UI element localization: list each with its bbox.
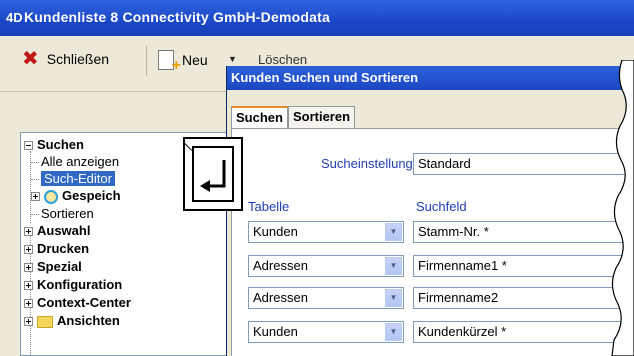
expand-icon[interactable] xyxy=(24,317,33,327)
tree-node-konfiguration[interactable]: Konfiguration xyxy=(24,276,122,294)
tab-suchen[interactable]: Suchen xyxy=(231,106,288,128)
tree-item-such-editor[interactable]: Such-Editor xyxy=(31,170,115,188)
delete-label: Löschen xyxy=(258,52,308,67)
window-title: Kundenliste 8 Connectivity GmbH-Demodata xyxy=(24,9,330,25)
tree-item-sortieren[interactable]: Sortieren xyxy=(31,205,94,223)
dialog-tabs: Suchen Sortieren xyxy=(231,106,356,128)
tree-node-context-center[interactable]: Context-Center xyxy=(24,294,131,312)
enter-key-icon xyxy=(183,137,243,211)
expand-icon[interactable] xyxy=(24,281,33,291)
chevron-down-icon[interactable]: ▼ xyxy=(385,257,402,275)
expand-icon[interactable] xyxy=(24,299,33,309)
tree-item-alle-anzeigen[interactable]: Alle anzeigen xyxy=(31,153,119,171)
chevron-down-icon[interactable]: ▼ xyxy=(385,289,402,307)
new-button[interactable]: Neu xyxy=(158,50,208,75)
new-document-icon xyxy=(158,50,181,75)
tree-node-drucken[interactable]: Drucken xyxy=(24,240,89,258)
close-icon: ✖ xyxy=(22,48,39,70)
expand-icon[interactable] xyxy=(24,227,33,237)
window-titlebar: 4D Kundenliste 8 Connectivity GmbH-Demod… xyxy=(0,0,634,36)
expand-icon[interactable] xyxy=(24,245,33,255)
selected-item-label: Such-Editor xyxy=(41,171,115,186)
expand-icon[interactable] xyxy=(31,192,40,202)
tree-node-ansichten[interactable]: Ansichten xyxy=(24,312,120,330)
table-select[interactable]: Adressen ▼ xyxy=(248,255,404,277)
toolbar-separator xyxy=(146,46,147,76)
dialog-title: Kunden Suchen und Sortieren xyxy=(227,66,634,90)
table-select[interactable]: Kunden ▼ xyxy=(248,221,404,243)
table-column-header: Tabelle xyxy=(248,199,290,214)
chevron-down-icon[interactable]: ▼ xyxy=(385,223,402,241)
tree-node-auswahl[interactable]: Auswahl xyxy=(24,222,90,240)
tree-node-spezial[interactable]: Spezial xyxy=(24,258,82,276)
collapse-icon[interactable] xyxy=(24,141,33,151)
new-label: Neu xyxy=(182,52,208,68)
new-dropdown-arrow-icon[interactable]: ▼ xyxy=(228,54,237,64)
close-button[interactable]: ✖ Schließen xyxy=(22,48,110,70)
chevron-down-icon[interactable]: ▼ xyxy=(385,323,402,341)
app-icon: 4D xyxy=(6,10,23,25)
table-select[interactable]: Kunden ▼ xyxy=(248,321,404,343)
tree-node-suchen[interactable]: Suchen xyxy=(24,136,84,154)
tree-node-gespeichert[interactable]: Gespeich xyxy=(31,187,121,205)
folder-icon xyxy=(37,315,53,328)
close-label: Schließen xyxy=(46,51,110,67)
search-sort-dialog: Kunden Suchen und Sortieren Suchen Sorti… xyxy=(226,66,634,356)
search-setting-label: Sucheinstellung xyxy=(321,156,413,171)
table-select[interactable]: Adressen ▼ xyxy=(248,287,404,309)
field-column-header: Suchfeld xyxy=(416,199,467,214)
delete-button[interactable]: Löschen xyxy=(258,52,307,67)
saved-search-icon xyxy=(44,189,58,204)
dialog-body: Sucheinstellung Standard Tabelle Suchfel… xyxy=(231,128,634,356)
torn-edge-decoration xyxy=(611,60,634,356)
tab-sortieren[interactable]: Sortieren xyxy=(287,106,356,128)
expand-icon[interactable] xyxy=(24,263,33,273)
left-panel: Suchen Alle anzeigen Such-Editor Gespeic… xyxy=(0,92,226,356)
